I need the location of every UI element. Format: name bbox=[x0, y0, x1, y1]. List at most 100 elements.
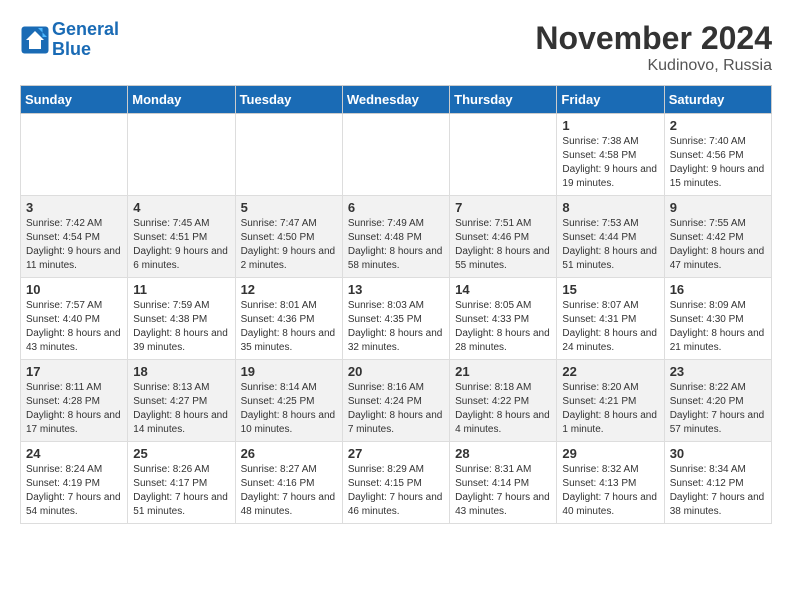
daylight-text: Daylight: 8 hours and 35 minutes. bbox=[241, 328, 336, 353]
sunrise-text: Sunrise: 8:03 AM bbox=[348, 300, 424, 311]
page-header: General Blue November 2024 Kudinovo, Rus… bbox=[20, 20, 772, 75]
sunset-text: Sunset: 4:35 PM bbox=[348, 314, 422, 325]
day-info: Sunrise: 8:11 AM Sunset: 4:28 PM Dayligh… bbox=[26, 381, 122, 437]
sunset-text: Sunset: 4:24 PM bbox=[348, 396, 422, 407]
daylight-text: Daylight: 7 hours and 40 minutes. bbox=[562, 492, 657, 517]
sunrise-text: Sunrise: 8:13 AM bbox=[133, 382, 209, 393]
header-saturday: Saturday bbox=[664, 86, 771, 114]
calendar-cell-w4-d6: 22 Sunrise: 8:20 AM Sunset: 4:21 PM Dayl… bbox=[557, 360, 664, 442]
sunset-text: Sunset: 4:27 PM bbox=[133, 396, 207, 407]
sunrise-text: Sunrise: 7:55 AM bbox=[670, 218, 746, 229]
sunset-text: Sunset: 4:58 PM bbox=[562, 150, 636, 161]
location: Kudinovo, Russia bbox=[535, 57, 772, 75]
day-info: Sunrise: 8:05 AM Sunset: 4:33 PM Dayligh… bbox=[455, 299, 551, 355]
day-info: Sunrise: 8:32 AM Sunset: 4:13 PM Dayligh… bbox=[562, 463, 658, 519]
day-info: Sunrise: 7:59 AM Sunset: 4:38 PM Dayligh… bbox=[133, 299, 229, 355]
calendar-cell-w2-d2: 4 Sunrise: 7:45 AM Sunset: 4:51 PM Dayli… bbox=[128, 196, 235, 278]
calendar-week-4: 17 Sunrise: 8:11 AM Sunset: 4:28 PM Dayl… bbox=[21, 360, 772, 442]
day-info: Sunrise: 8:03 AM Sunset: 4:35 PM Dayligh… bbox=[348, 299, 444, 355]
day-number: 5 bbox=[241, 200, 337, 215]
day-number: 7 bbox=[455, 200, 551, 215]
sunrise-text: Sunrise: 8:16 AM bbox=[348, 382, 424, 393]
logo-line2: Blue bbox=[52, 39, 91, 59]
sunset-text: Sunset: 4:20 PM bbox=[670, 396, 744, 407]
logo-line1: General bbox=[52, 19, 119, 39]
daylight-text: Daylight: 8 hours and 39 minutes. bbox=[133, 328, 228, 353]
day-number: 30 bbox=[670, 446, 766, 461]
calendar-cell-w2-d5: 7 Sunrise: 7:51 AM Sunset: 4:46 PM Dayli… bbox=[450, 196, 557, 278]
sunrise-text: Sunrise: 8:32 AM bbox=[562, 464, 638, 475]
daylight-text: Daylight: 7 hours and 48 minutes. bbox=[241, 492, 336, 517]
daylight-text: Daylight: 8 hours and 4 minutes. bbox=[455, 410, 550, 435]
daylight-text: Daylight: 9 hours and 2 minutes. bbox=[241, 246, 336, 271]
day-info: Sunrise: 7:53 AM Sunset: 4:44 PM Dayligh… bbox=[562, 217, 658, 273]
daylight-text: Daylight: 7 hours and 51 minutes. bbox=[133, 492, 228, 517]
sunrise-text: Sunrise: 7:57 AM bbox=[26, 300, 102, 311]
calendar-cell-w5-d6: 29 Sunrise: 8:32 AM Sunset: 4:13 PM Dayl… bbox=[557, 442, 664, 524]
calendar-cell-w3-d1: 10 Sunrise: 7:57 AM Sunset: 4:40 PM Dayl… bbox=[21, 278, 128, 360]
sunrise-text: Sunrise: 8:05 AM bbox=[455, 300, 531, 311]
sunset-text: Sunset: 4:44 PM bbox=[562, 232, 636, 243]
calendar-cell-w2-d1: 3 Sunrise: 7:42 AM Sunset: 4:54 PM Dayli… bbox=[21, 196, 128, 278]
day-number: 10 bbox=[26, 282, 122, 297]
day-number: 1 bbox=[562, 118, 658, 133]
daylight-text: Daylight: 8 hours and 55 minutes. bbox=[455, 246, 550, 271]
calendar-cell-w1-d2 bbox=[128, 114, 235, 196]
sunrise-text: Sunrise: 8:24 AM bbox=[26, 464, 102, 475]
day-info: Sunrise: 8:18 AM Sunset: 4:22 PM Dayligh… bbox=[455, 381, 551, 437]
logo-text: General Blue bbox=[52, 20, 119, 60]
sunrise-text: Sunrise: 7:45 AM bbox=[133, 218, 209, 229]
sunrise-text: Sunrise: 8:31 AM bbox=[455, 464, 531, 475]
sunrise-text: Sunrise: 7:38 AM bbox=[562, 136, 638, 147]
sunset-text: Sunset: 4:36 PM bbox=[241, 314, 315, 325]
day-info: Sunrise: 7:38 AM Sunset: 4:58 PM Dayligh… bbox=[562, 135, 658, 191]
sunrise-text: Sunrise: 8:20 AM bbox=[562, 382, 638, 393]
day-number: 20 bbox=[348, 364, 444, 379]
day-number: 13 bbox=[348, 282, 444, 297]
sunrise-text: Sunrise: 8:26 AM bbox=[133, 464, 209, 475]
calendar-cell-w2-d3: 5 Sunrise: 7:47 AM Sunset: 4:50 PM Dayli… bbox=[235, 196, 342, 278]
header-tuesday: Tuesday bbox=[235, 86, 342, 114]
sunrise-text: Sunrise: 8:27 AM bbox=[241, 464, 317, 475]
sunset-text: Sunset: 4:15 PM bbox=[348, 478, 422, 489]
daylight-text: Daylight: 8 hours and 32 minutes. bbox=[348, 328, 443, 353]
daylight-text: Daylight: 8 hours and 10 minutes. bbox=[241, 410, 336, 435]
day-info: Sunrise: 7:42 AM Sunset: 4:54 PM Dayligh… bbox=[26, 217, 122, 273]
day-number: 6 bbox=[348, 200, 444, 215]
header-thursday: Thursday bbox=[450, 86, 557, 114]
daylight-text: Daylight: 7 hours and 46 minutes. bbox=[348, 492, 443, 517]
calendar-cell-w1-d3 bbox=[235, 114, 342, 196]
calendar-cell-w4-d1: 17 Sunrise: 8:11 AM Sunset: 4:28 PM Dayl… bbox=[21, 360, 128, 442]
sunset-text: Sunset: 4:56 PM bbox=[670, 150, 744, 161]
day-info: Sunrise: 8:14 AM Sunset: 4:25 PM Dayligh… bbox=[241, 381, 337, 437]
day-info: Sunrise: 8:34 AM Sunset: 4:12 PM Dayligh… bbox=[670, 463, 766, 519]
daylight-text: Daylight: 8 hours and 47 minutes. bbox=[670, 246, 765, 271]
day-number: 17 bbox=[26, 364, 122, 379]
sunset-text: Sunset: 4:22 PM bbox=[455, 396, 529, 407]
day-info: Sunrise: 8:31 AM Sunset: 4:14 PM Dayligh… bbox=[455, 463, 551, 519]
sunrise-text: Sunrise: 7:47 AM bbox=[241, 218, 317, 229]
sunset-text: Sunset: 4:51 PM bbox=[133, 232, 207, 243]
daylight-text: Daylight: 8 hours and 14 minutes. bbox=[133, 410, 228, 435]
day-info: Sunrise: 8:20 AM Sunset: 4:21 PM Dayligh… bbox=[562, 381, 658, 437]
daylight-text: Daylight: 8 hours and 7 minutes. bbox=[348, 410, 443, 435]
sunset-text: Sunset: 4:25 PM bbox=[241, 396, 315, 407]
calendar-cell-w5-d7: 30 Sunrise: 8:34 AM Sunset: 4:12 PM Dayl… bbox=[664, 442, 771, 524]
day-number: 23 bbox=[670, 364, 766, 379]
sunset-text: Sunset: 4:14 PM bbox=[455, 478, 529, 489]
calendar-cell-w5-d3: 26 Sunrise: 8:27 AM Sunset: 4:16 PM Dayl… bbox=[235, 442, 342, 524]
day-number: 29 bbox=[562, 446, 658, 461]
daylight-text: Daylight: 8 hours and 17 minutes. bbox=[26, 410, 121, 435]
calendar-cell-w2-d6: 8 Sunrise: 7:53 AM Sunset: 4:44 PM Dayli… bbox=[557, 196, 664, 278]
calendar-cell-w3-d5: 14 Sunrise: 8:05 AM Sunset: 4:33 PM Dayl… bbox=[450, 278, 557, 360]
calendar-cell-w5-d5: 28 Sunrise: 8:31 AM Sunset: 4:14 PM Dayl… bbox=[450, 442, 557, 524]
day-number: 2 bbox=[670, 118, 766, 133]
sunrise-text: Sunrise: 8:14 AM bbox=[241, 382, 317, 393]
header-sunday: Sunday bbox=[21, 86, 128, 114]
calendar-cell-w1-d5 bbox=[450, 114, 557, 196]
calendar-cell-w3-d4: 13 Sunrise: 8:03 AM Sunset: 4:35 PM Dayl… bbox=[342, 278, 449, 360]
day-number: 12 bbox=[241, 282, 337, 297]
day-info: Sunrise: 7:40 AM Sunset: 4:56 PM Dayligh… bbox=[670, 135, 766, 191]
day-number: 11 bbox=[133, 282, 229, 297]
day-number: 18 bbox=[133, 364, 229, 379]
